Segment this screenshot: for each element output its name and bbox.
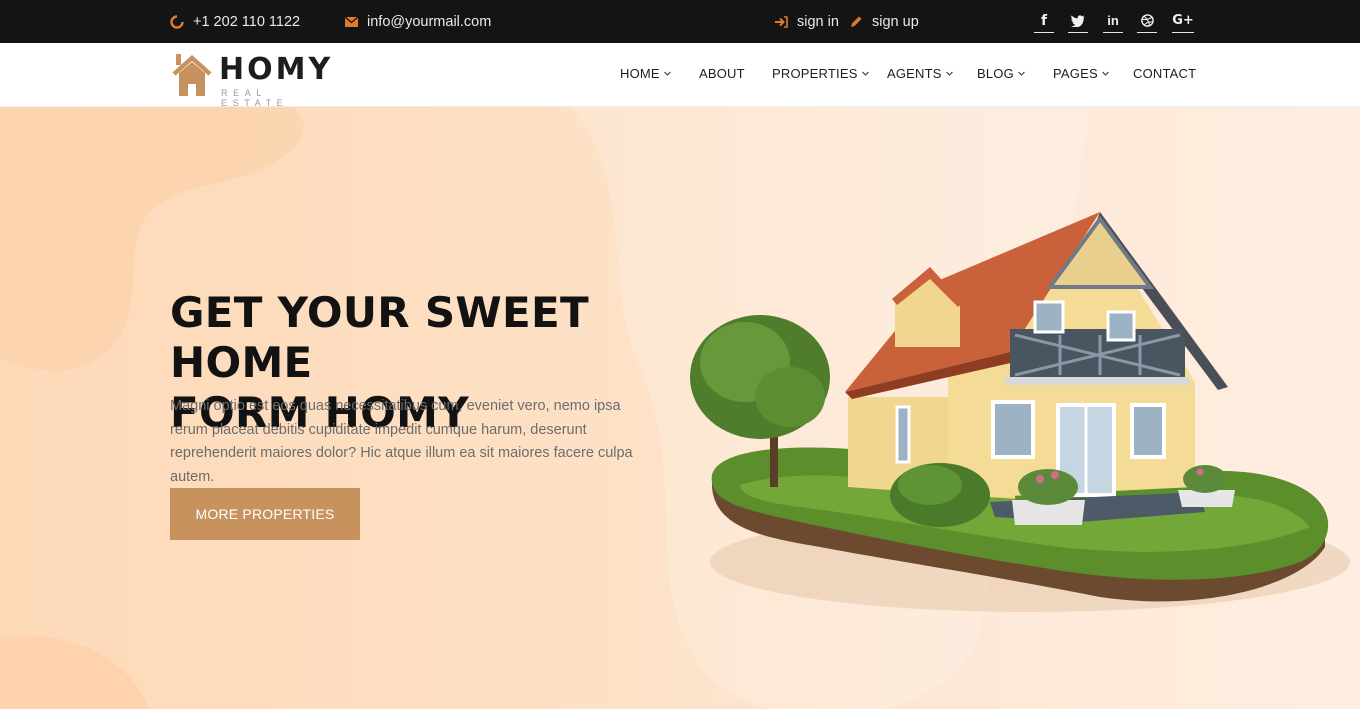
nav-blog[interactable]: BLOG — [977, 66, 1025, 81]
nav-agents[interactable]: AGENTS — [887, 66, 953, 81]
phone-number: +1 202 110 1122 — [193, 13, 301, 30]
linkedin-link[interactable]: in — [1103, 9, 1123, 33]
sign-in-icon — [775, 15, 788, 28]
sign-in-label: sign in — [797, 13, 839, 30]
more-properties-button[interactable]: MORE PROPERTIES — [170, 488, 360, 540]
chevron-down-icon — [861, 71, 869, 76]
facebook-icon: f — [1040, 12, 1048, 29]
nav-properties[interactable]: PROPERTIES — [772, 66, 869, 81]
nav-about-label: ABOUT — [699, 66, 745, 81]
nav-contact[interactable]: CONTACT — [1133, 66, 1196, 81]
twitter-link[interactable] — [1068, 9, 1088, 33]
hero-section: GET YOUR SWEET HOME FORM HOMY Magni opti… — [0, 107, 1360, 709]
phone-icon — [170, 14, 184, 29]
sign-up-label: sign up — [872, 13, 919, 30]
chevron-down-icon — [945, 71, 953, 76]
google-plus-link[interactable]: G+ — [1172, 9, 1194, 33]
nav-pages[interactable]: PAGES — [1053, 66, 1109, 81]
nav-home[interactable]: HOME — [620, 66, 671, 81]
nav-home-label: HOME — [620, 66, 660, 81]
nav-pages-label: PAGES — [1053, 66, 1098, 81]
nav-properties-label: PROPERTIES — [772, 66, 858, 81]
pencil-icon — [851, 16, 862, 27]
nav-contact-label: CONTACT — [1133, 66, 1197, 81]
nav-agents-label: AGENTS — [887, 66, 942, 81]
nav-blog-label: BLOG — [977, 66, 1014, 81]
nav-about[interactable]: ABOUT — [699, 66, 745, 81]
phone-contact[interactable]: +1 202 110 1122 — [170, 0, 300, 43]
main-header: HOMY REAL ESTATE HOME ABOUT PROPERTIES A… — [0, 43, 1360, 108]
email-contact[interactable]: info@yourmail.com — [345, 0, 491, 43]
hero-description: Magni optio est eos quas necessitatibus … — [170, 398, 633, 485]
brand-name: HOMY — [219, 52, 334, 87]
chevron-down-icon — [663, 71, 671, 76]
dribbble-link[interactable] — [1137, 9, 1157, 33]
twitter-icon — [1071, 14, 1085, 27]
chevron-down-icon — [1101, 71, 1109, 76]
chevron-down-icon — [1018, 71, 1025, 76]
sign-in-link[interactable]: sign in — [774, 0, 839, 43]
envelope-icon — [345, 16, 358, 27]
hero-title-line1: GET YOUR SWEET HOME — [170, 288, 589, 387]
brand-tagline: REAL ESTATE — [221, 88, 289, 108]
dribbble-icon — [1140, 14, 1154, 27]
google-plus-icon: G+ — [1172, 13, 1194, 28]
linkedin-icon: in — [1107, 13, 1119, 28]
email-address: info@yourmail.com — [367, 13, 492, 30]
facebook-link[interactable]: f — [1034, 9, 1054, 33]
top-bar: +1 202 110 1122 info@yourmail.com sign i… — [0, 0, 1360, 43]
sign-up-link[interactable]: sign up — [849, 0, 919, 43]
brand-logo[interactable]: HOMY REAL ESTATE — [170, 51, 340, 108]
house-logo-icon — [172, 54, 212, 96]
